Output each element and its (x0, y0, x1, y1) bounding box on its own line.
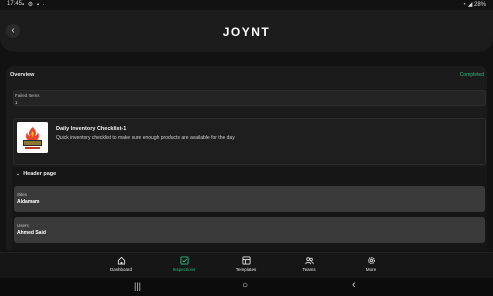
nav-label: Inspections (172, 267, 196, 272)
signal-icon: ◢ (467, 2, 473, 8)
checklist-description: Quick inventory checklist to make sure e… (56, 135, 235, 141)
users-value: Ahmed Said (17, 230, 46, 236)
checklist-title: Daily Inventory Checklist-1 (56, 126, 127, 132)
status-badge: Completed (459, 72, 484, 78)
section-toggle[interactable]: ⌄ Header page (16, 171, 56, 177)
food-logo-icon (17, 122, 48, 153)
nav-templates[interactable]: Templates (226, 256, 266, 272)
bottom-navigation: Dashboard Inspections Templates Teams Mo… (0, 252, 493, 279)
checklist-card[interactable]: Daily Inventory Checklist-1 Quick invent… (13, 118, 486, 165)
chevron-down-icon: ⌄ (16, 171, 21, 177)
nav-dashboard[interactable]: Dashboard (101, 256, 141, 272)
sites-field: Sites Aldamam (14, 186, 485, 212)
status-bar: 17:45 ▪ ⚙ ▪ · ◔ ◢ 28% (0, 0, 493, 10)
checkbox-icon (179, 256, 189, 265)
section-title: Header page (23, 171, 57, 177)
nav-inspections[interactable]: Inspections (164, 256, 204, 272)
nav-label: Templates (235, 267, 257, 272)
recents-icon[interactable]: ||| (134, 281, 141, 291)
template-icon (241, 256, 251, 265)
home-icon (117, 256, 125, 265)
sites-value: Aldamam (17, 199, 40, 205)
inspection-content: Overview Completed Failed Items 1 Daily … (6, 66, 487, 250)
checklist-thumbnail (17, 122, 48, 153)
clock: 17:45 (7, 1, 23, 7)
home-button-icon[interactable]: ○ (242, 280, 248, 291)
failed-items-field: Failed Items 1 (13, 90, 486, 106)
back-nav-icon[interactable]: ‹ (352, 279, 356, 291)
nav-teams[interactable]: Teams (289, 256, 329, 272)
users-field: Users Ahmed Said (14, 217, 485, 243)
gear-icon (367, 256, 375, 265)
sites-label: Sites (17, 192, 28, 197)
nav-label: More (365, 267, 377, 272)
nav-more[interactable]: More (351, 256, 391, 272)
app-logo: JOYNT (222, 25, 271, 39)
failed-items-value: 1 (15, 100, 18, 105)
nav-label: Dashboard (109, 267, 132, 272)
notification-icons: ▪ ⚙ ▪ · (22, 2, 46, 8)
users-label: Users (17, 223, 29, 228)
app-header: ‹ JOYNT (0, 10, 493, 52)
overview-title: Overview (10, 72, 35, 78)
system-navigation-bar: ||| ○ ‹ (0, 278, 493, 296)
battery-level: 28% (473, 2, 486, 8)
nav-label: Teams (302, 267, 316, 272)
status-right: ◔ ◢ 28% (462, 1, 486, 8)
failed-items-label: Failed Items (15, 93, 40, 98)
header-page-section: ⌄ Header page Sites Aldamam Users Ahmed S… (12, 167, 487, 250)
wifi-icon: ◔ (462, 2, 467, 8)
team-icon (304, 257, 314, 265)
